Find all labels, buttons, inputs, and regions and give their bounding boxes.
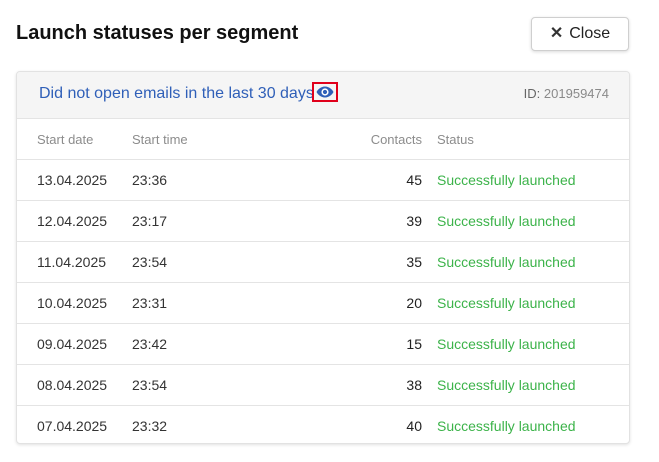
start-date-cell: 09.04.2025	[17, 323, 132, 365]
start-time-cell: 23:54	[132, 241, 282, 283]
launch-table: Start date Start time Contacts Status 13…	[17, 119, 629, 444]
start-date-cell: 13.04.2025	[17, 159, 132, 201]
start-date-cell: 12.04.2025	[17, 200, 132, 242]
table-row: 10.04.2025 23:31 20 Successfully launche…	[17, 282, 629, 324]
contacts-cell: 45	[282, 159, 437, 201]
start-time-cell: 23:17	[132, 200, 282, 242]
status-cell: Successfully launched	[437, 323, 629, 365]
status-cell: Successfully launched	[437, 200, 629, 242]
start-time-cell: 23:54	[132, 364, 282, 406]
view-segment-button[interactable]	[312, 82, 338, 102]
segment-card-header: Did not open emails in the last 30 days …	[17, 72, 629, 119]
column-header-status: Status	[437, 119, 629, 160]
launch-status-modal: Launch statuses per segment ✕ Close Did …	[0, 0, 659, 462]
start-time-cell: 23:31	[132, 282, 282, 324]
segment-id: ID: 201959474	[524, 86, 609, 102]
table-row: 11.04.2025 23:54 35 Successfully launche…	[17, 241, 629, 283]
table-header-row: Start date Start time Contacts Status	[17, 119, 629, 160]
contacts-cell: 20	[282, 282, 437, 324]
status-cell: Successfully launched	[437, 241, 629, 283]
eye-icon	[316, 86, 334, 98]
start-date-cell: 08.04.2025	[17, 364, 132, 406]
segment-id-label: ID:	[523, 86, 541, 101]
column-header-start-time: Start time	[132, 119, 282, 160]
close-button[interactable]: ✕ Close	[531, 17, 629, 51]
contacts-cell: 40	[406, 418, 422, 434]
contacts-cell: 38	[282, 364, 437, 406]
table-row: 12.04.2025 23:17 39 Successfully launche…	[17, 200, 629, 242]
status-cell: Successfully launched	[437, 364, 629, 406]
contacts-cell: 15	[282, 323, 437, 365]
table-row: 09.04.2025 23:42 15 Successfully launche…	[17, 323, 629, 365]
segment-name-link[interactable]: Did not open emails in the last 30 days	[39, 84, 314, 104]
status-cell: Successfully launched	[437, 159, 629, 201]
table-row: 08.04.2025 23:54 38 Successfully launche…	[17, 364, 629, 406]
start-date-cell: 07.04.2025	[37, 418, 108, 434]
segment-id-value: 201959474	[543, 86, 609, 101]
column-header-start-date: Start date	[17, 119, 132, 160]
start-date-cell: 10.04.2025	[17, 282, 132, 324]
status-cell: Successfully launched	[437, 418, 576, 434]
status-cell: Successfully launched	[437, 282, 629, 324]
modal-title: Launch statuses per segment	[16, 22, 299, 44]
start-time-cell: 23:32	[132, 418, 168, 434]
start-time-cell: 23:42	[132, 323, 282, 365]
contacts-cell: 39	[282, 200, 437, 242]
close-button-label: Close	[569, 25, 611, 42]
column-header-contacts: Contacts	[282, 119, 437, 160]
table-row: 13.04.2025 23:36 45 Successfully launche…	[17, 159, 629, 201]
start-time-cell: 23:36	[132, 159, 282, 201]
table-row: 07.04.2025 23:32 40 Successfully launche…	[17, 406, 629, 444]
contacts-cell: 35	[282, 241, 437, 283]
segment-card: Did not open emails in the last 30 days …	[16, 71, 630, 444]
start-date-cell: 11.04.2025	[17, 241, 132, 283]
close-icon: ✕	[549, 25, 564, 42]
